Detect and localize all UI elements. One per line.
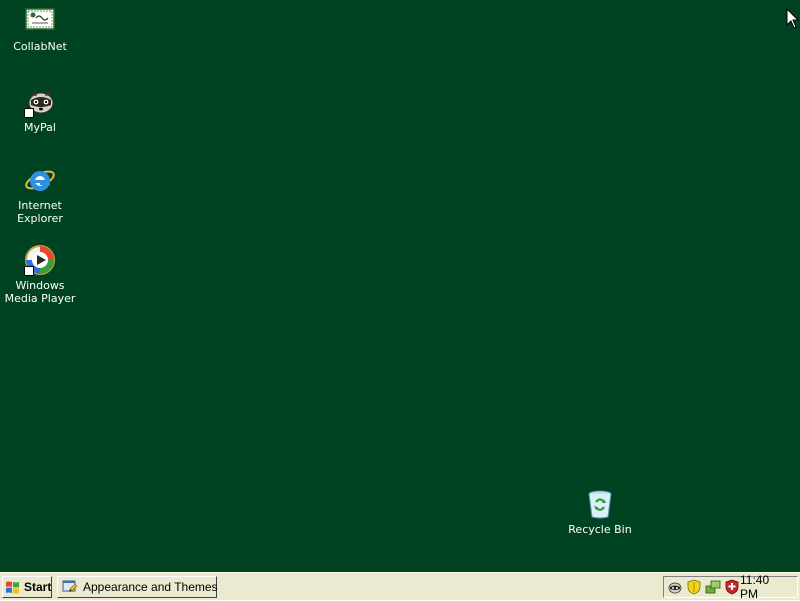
taskbar: Start Appearance and Themes 11:40 PM [0, 572, 800, 601]
desktop-icon-label: Windows Media Player [4, 279, 76, 305]
system-tray: 11:40 PM [663, 573, 798, 601]
desktop-icon-recycle-bin[interactable]: Recycle Bin [560, 488, 640, 536]
security-shield-icon[interactable] [686, 579, 702, 595]
network-tray-icon[interactable] [705, 579, 721, 595]
internet-explorer-icon [24, 164, 56, 196]
desktop-icon-label: CollabNet [13, 40, 67, 53]
taskbar-button-appearance-and-themes[interactable]: Appearance and Themes [57, 576, 218, 598]
task-label: Appearance and Themes [83, 580, 218, 594]
mypal-raccoon-icon [24, 86, 56, 118]
recycle-bin-icon [584, 488, 616, 520]
start-button[interactable]: Start [2, 576, 52, 598]
shortcut-arrow-icon [24, 266, 34, 276]
start-label: Start [24, 580, 52, 594]
desktop-icon-label: Internet Explorer [17, 199, 63, 225]
shortcut-arrow-icon [24, 108, 34, 118]
desktop-icon-label: MyPal [24, 121, 56, 134]
windows-flag-icon [5, 579, 21, 595]
antivirus-shield-icon[interactable] [724, 579, 740, 595]
mouse-pointer-icon [786, 7, 800, 30]
windows-media-player-icon [24, 244, 56, 276]
collabnet-certificate-icon [24, 5, 56, 37]
control-panel-icon [62, 579, 78, 595]
system-clock[interactable]: 11:40 PM [740, 573, 789, 601]
desktop-icon-windows-media-player[interactable]: Windows Media Player [0, 244, 80, 305]
desktop-icon-label: Recycle Bin [568, 523, 632, 536]
desktop-icon-collabnet[interactable]: CollabNet [0, 5, 80, 53]
desktop[interactable]: CollabNet MyPal Internet Explorer Window… [0, 0, 800, 572]
mypal-tray-icon[interactable] [667, 579, 683, 595]
desktop-icon-mypal[interactable]: MyPal [0, 86, 80, 134]
desktop-icon-internet-explorer[interactable]: Internet Explorer [0, 164, 80, 225]
